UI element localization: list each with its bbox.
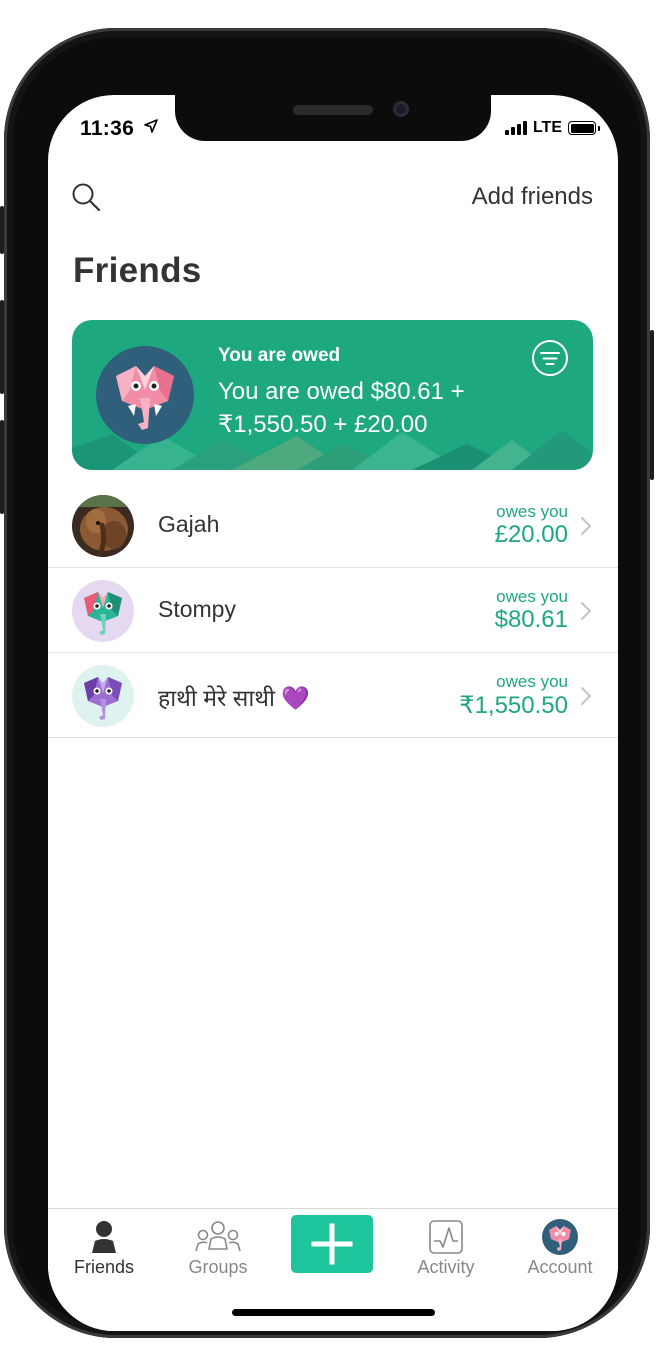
tab-groups[interactable]: Groups (163, 1209, 273, 1299)
tab-label: Activity (417, 1257, 475, 1277)
status-time: 11:36 (80, 117, 135, 140)
search-icon[interactable] (70, 181, 102, 213)
friend-row-stompy[interactable]: Stompy owes you $80.61 (48, 568, 618, 653)
location-arrow-icon (144, 119, 158, 133)
tab-label: Friends (73, 1257, 135, 1277)
balance-amount: £20.00 (494, 521, 568, 548)
home-indicator[interactable] (232, 1309, 435, 1316)
summary-heading: You are owed (218, 345, 341, 366)
account-avatar (542, 1219, 578, 1255)
friend-avatar (72, 495, 134, 557)
volume-down-button (0, 420, 4, 514)
signal-icon (504, 121, 527, 135)
balance-summary-card: You are owed You are owed $80.61 + ₹1,55… (72, 320, 593, 470)
group-icon (195, 1221, 241, 1252)
person-icon (92, 1221, 116, 1253)
friend-name: हाथी मेरे साथी 💜 (158, 685, 310, 711)
battery-icon (568, 121, 600, 135)
tab-label: Account (527, 1257, 593, 1277)
page-title: Friends (73, 251, 202, 290)
phone-frame: 11:36 LTE Add friends Friends You are ow… (0, 28, 654, 1338)
power-button (650, 330, 654, 480)
filter-icon[interactable] (531, 339, 569, 377)
chevron-right-icon (581, 602, 591, 620)
tab-account[interactable]: Account (505, 1209, 615, 1299)
tab-friends[interactable]: Friends (49, 1209, 159, 1299)
friend-name: Gajah (158, 511, 220, 537)
balance-status: owes you (496, 672, 568, 691)
add-expense-button[interactable] (291, 1215, 373, 1273)
friend-avatar (72, 665, 134, 727)
balance-amount: $80.61 (494, 606, 568, 633)
screen: 11:36 LTE Add friends Friends You are ow… (48, 95, 618, 1331)
volume-up-button (0, 300, 4, 394)
balance-amount: ₹1,550.50 (459, 692, 568, 719)
mute-switch (0, 206, 4, 254)
add-friends-button[interactable]: Add friends (472, 183, 593, 211)
friend-name: Stompy (158, 596, 236, 622)
summary-total-line-2: ₹1,550.50 + £20.00 (218, 411, 428, 438)
summary-total-line-1: You are owed $80.61 + (218, 378, 465, 405)
status-indicators: LTE (504, 119, 600, 137)
friend-row-gajah[interactable]: Gajah owes you £20.00 (48, 483, 618, 568)
friend-avatar (72, 580, 134, 642)
account-avatar (96, 346, 194, 444)
friend-row-haathi-mere-saathi[interactable]: हाथी मेरे साथी 💜 owes you ₹1,550.50 (48, 653, 618, 738)
tab-label: Groups (188, 1257, 248, 1277)
chevron-right-icon (581, 517, 591, 535)
network-label: LTE (532, 119, 562, 136)
plus-icon (311, 1223, 353, 1265)
activity-icon (429, 1220, 463, 1254)
balance-status: owes you (496, 502, 568, 521)
balance-status: owes you (496, 587, 568, 606)
chevron-right-icon (581, 687, 591, 705)
notch (175, 95, 491, 141)
front-camera (393, 101, 409, 117)
tab-activity[interactable]: Activity (391, 1209, 501, 1299)
speaker (293, 105, 373, 115)
